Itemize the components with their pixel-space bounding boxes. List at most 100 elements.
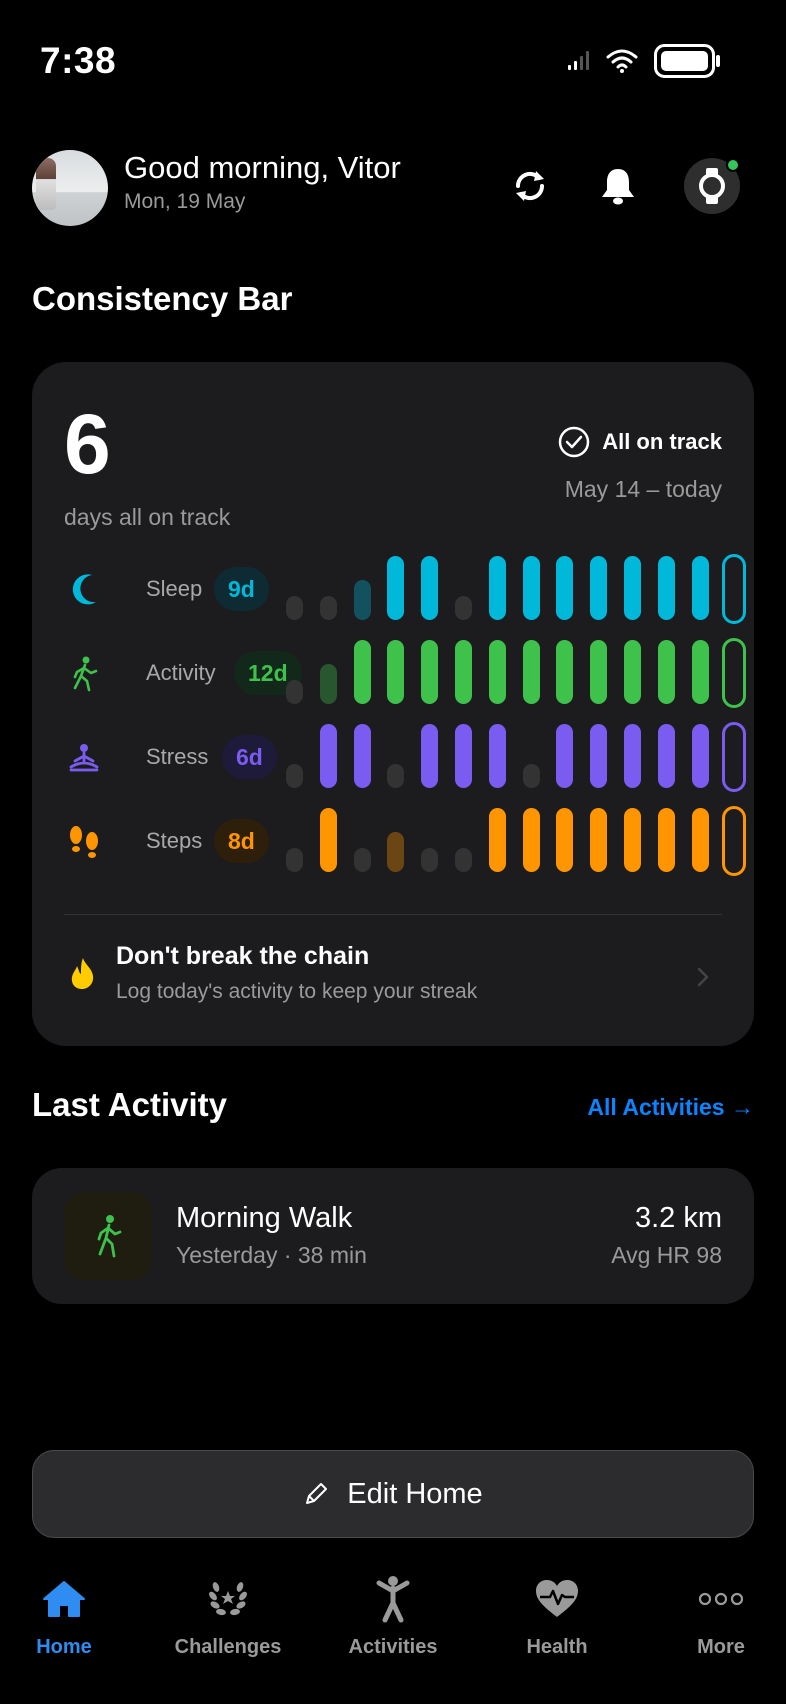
tab-more[interactable]: More bbox=[646, 1568, 786, 1659]
day-bar bbox=[387, 832, 405, 872]
activity-card[interactable]: Morning Walk Yesterday · 38 min 3.2 km A… bbox=[32, 1168, 754, 1304]
day-bar bbox=[421, 724, 439, 788]
home-header: Good morning, Vitor Mon, 19 May bbox=[32, 148, 754, 228]
streak-reminder[interactable]: Don't break the chain Log today's activi… bbox=[64, 942, 722, 1022]
day-bar bbox=[691, 808, 709, 872]
day-bar bbox=[691, 556, 709, 620]
check-circle-icon bbox=[558, 426, 590, 458]
day-bar bbox=[590, 724, 608, 788]
avatar[interactable] bbox=[32, 150, 108, 226]
sync-icon bbox=[515, 171, 545, 201]
device-button[interactable] bbox=[684, 158, 740, 214]
day-bar bbox=[624, 724, 641, 788]
tab-label: Health bbox=[526, 1636, 588, 1658]
day-bar bbox=[488, 640, 506, 704]
day-bar bbox=[319, 664, 337, 704]
metric-row-steps[interactable]: Steps 8d bbox=[64, 804, 747, 876]
metric-label: Stress bbox=[146, 744, 209, 769]
day-bar bbox=[319, 596, 337, 620]
day-bar bbox=[455, 640, 472, 704]
status-bar: 7:38 bbox=[0, 0, 786, 120]
day-bar bbox=[488, 724, 506, 788]
days-on-track-count: 6 bbox=[64, 397, 111, 491]
day-bar bbox=[319, 724, 337, 788]
day-bar bbox=[286, 848, 303, 872]
day-bar bbox=[455, 596, 472, 620]
metric-label: Activity bbox=[146, 660, 216, 685]
laurel-icon bbox=[209, 1582, 247, 1616]
device-connected-dot bbox=[726, 158, 740, 172]
metric-badge: 6d bbox=[222, 735, 277, 779]
edit-home-label: Edit Home bbox=[347, 1477, 483, 1510]
metric-row-stress[interactable]: Stress 6d bbox=[64, 720, 747, 792]
day-bar bbox=[455, 848, 472, 872]
tab-activities[interactable]: Activities bbox=[318, 1568, 468, 1659]
day-bar bbox=[722, 638, 747, 708]
metric-bars bbox=[286, 636, 747, 708]
day-bar bbox=[353, 580, 371, 620]
footprints-icon bbox=[64, 822, 104, 862]
day-bar bbox=[556, 808, 574, 872]
metric-label: Sleep bbox=[146, 576, 203, 601]
day-bar bbox=[421, 556, 439, 620]
day-bar bbox=[657, 640, 675, 704]
day-bar bbox=[556, 724, 574, 788]
day-bar bbox=[657, 808, 675, 872]
tab-label: More bbox=[697, 1636, 745, 1658]
day-bar bbox=[286, 764, 303, 788]
day-bar bbox=[387, 764, 405, 788]
streak-title: Don't break the chain bbox=[116, 942, 370, 970]
day-bar bbox=[421, 848, 439, 872]
day-bar bbox=[722, 554, 747, 624]
status-time: 7:38 bbox=[40, 40, 117, 81]
day-bar bbox=[556, 556, 574, 620]
edit-home-button[interactable]: Edit Home bbox=[32, 1450, 754, 1538]
on-track-status: All on track bbox=[558, 426, 722, 458]
flame-icon bbox=[71, 958, 94, 989]
day-bar bbox=[455, 724, 472, 788]
cellular-signal-icon bbox=[568, 51, 589, 70]
bell-icon bbox=[602, 169, 634, 205]
sync-button[interactable] bbox=[502, 158, 558, 214]
smartwatch-icon bbox=[699, 168, 725, 204]
day-bar bbox=[488, 556, 506, 620]
battery-icon bbox=[654, 44, 720, 78]
day-bar bbox=[522, 764, 540, 788]
day-bar bbox=[657, 556, 675, 620]
metric-bars bbox=[286, 720, 747, 792]
day-bar bbox=[387, 556, 405, 620]
consistency-card[interactable]: 6 days all on track All on track May 14 … bbox=[32, 362, 754, 1046]
moon-icon bbox=[64, 570, 104, 610]
notifications-button[interactable] bbox=[590, 158, 646, 214]
date-range: May 14 – today bbox=[564, 476, 722, 502]
greeting-text: Good morning, Vitor bbox=[124, 150, 401, 185]
days-on-track-label: days all on track bbox=[64, 504, 231, 530]
tab-health[interactable]: Health bbox=[482, 1568, 632, 1659]
activity-name: Morning Walk bbox=[176, 1202, 353, 1234]
meditation-icon bbox=[64, 738, 104, 778]
more-dots-icon bbox=[698, 1592, 744, 1606]
on-track-status-label: All on track bbox=[602, 429, 722, 454]
metric-row-activity[interactable]: Activity 12d bbox=[64, 636, 747, 708]
day-bar bbox=[286, 680, 303, 704]
walking-person-icon bbox=[64, 654, 104, 694]
activity-meta: Yesterday · 38 min bbox=[176, 1242, 367, 1268]
day-bar bbox=[522, 556, 540, 620]
metric-bars bbox=[286, 552, 747, 624]
metric-row-sleep[interactable]: Sleep 9d bbox=[64, 552, 747, 624]
pencil-icon bbox=[306, 1483, 328, 1504]
metric-badge: 9d bbox=[214, 567, 269, 611]
all-activities-link[interactable]: All Activities → bbox=[587, 1094, 754, 1121]
metric-badge: 8d bbox=[214, 819, 269, 863]
day-bar bbox=[353, 724, 371, 788]
activity-thumbnail bbox=[64, 1192, 152, 1280]
tab-home[interactable]: Home bbox=[0, 1568, 139, 1659]
day-bar bbox=[691, 724, 709, 788]
tab-challenges[interactable]: Challenges bbox=[153, 1568, 303, 1659]
tab-label: Activities bbox=[348, 1636, 438, 1658]
last-activity-section-title: Last Activity bbox=[32, 1086, 228, 1123]
day-bar bbox=[590, 808, 608, 872]
day-bar bbox=[522, 808, 540, 872]
header-date: Mon, 19 May bbox=[124, 190, 246, 213]
day-bar bbox=[624, 640, 641, 704]
